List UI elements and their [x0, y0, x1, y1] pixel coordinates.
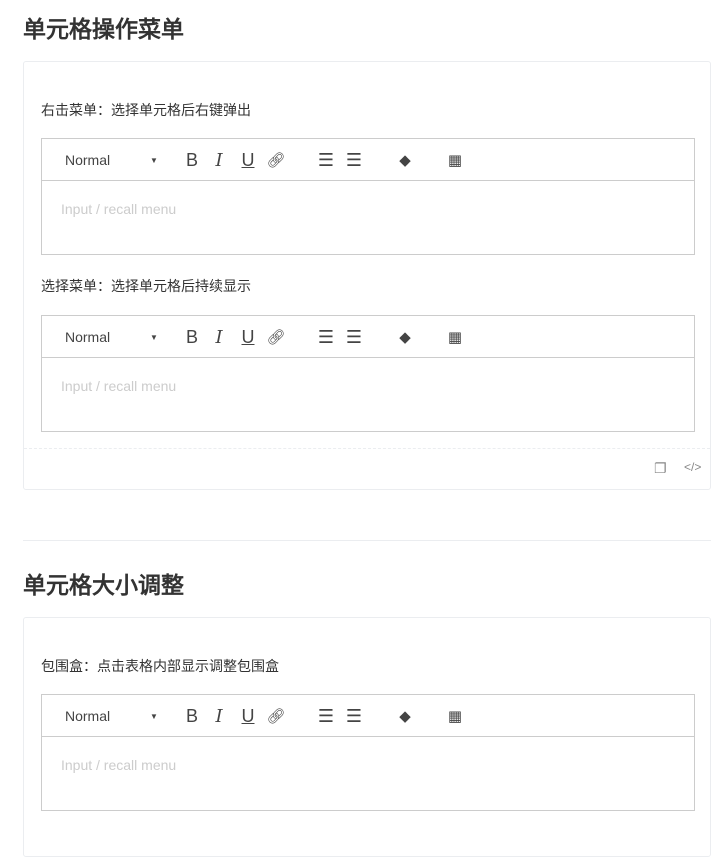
link-icon[interactable]: 🔗︎ — [265, 139, 287, 181]
editor-input[interactable]: Input / recall menu — [61, 757, 713, 773]
ordered-list-icon[interactable]: ☰ — [315, 139, 337, 181]
divider — [24, 448, 710, 449]
caret-down-icon[interactable]: ▼ — [150, 316, 158, 358]
copy-icon[interactable]: ❐ — [654, 460, 667, 477]
format-select[interactable]: Normal — [65, 695, 160, 737]
italic-icon[interactable]: I — [208, 316, 230, 358]
section-divider — [23, 540, 711, 541]
format-select[interactable]: Normal — [65, 316, 160, 358]
demo-card: 右击菜单：选择单元格后右键弹出 Normal ▼ B I U 🔗︎ ☰ ☰ ◆ … — [23, 61, 711, 490]
link-icon[interactable]: 🔗︎ — [265, 695, 287, 737]
code-icon[interactable]: </> — [684, 460, 701, 474]
ordered-list-icon[interactable]: ☰ — [315, 316, 337, 358]
caret-down-icon[interactable]: ▼ — [150, 695, 158, 737]
table-icon[interactable]: ▦ — [444, 139, 466, 181]
caret-down-icon[interactable]: ▼ — [150, 139, 158, 181]
editor-toolbar: Normal ▼ B I U 🔗︎ ☰ ☰ ◆ ▦ — [42, 316, 694, 358]
rich-text-editor: Normal ▼ B I U 🔗︎ ☰ ☰ ◆ ▦ Input / recall… — [41, 315, 695, 432]
bullet-list-icon[interactable]: ☰ — [343, 316, 365, 358]
rich-text-editor: Normal ▼ B I U 🔗︎ ☰ ☰ ◆ ▦ Input / recall… — [41, 138, 695, 255]
bold-icon[interactable]: B — [181, 139, 203, 181]
eraser-icon[interactable]: ◆ — [394, 139, 416, 181]
format-select[interactable]: Normal — [65, 139, 160, 181]
demo-label: 右击菜单：选择单元格后右键弹出 — [41, 102, 251, 118]
bullet-list-icon[interactable]: ☰ — [343, 139, 365, 181]
demo-label: 选择菜单：选择单元格后持续显示 — [41, 278, 251, 294]
bold-icon[interactable]: B — [181, 695, 203, 737]
editor-input[interactable]: Input / recall menu — [61, 201, 713, 217]
link-icon[interactable]: 🔗︎ — [265, 316, 287, 358]
editor-toolbar: Normal ▼ B I U 🔗︎ ☰ ☰ ◆ ▦ — [42, 139, 694, 181]
demo-card: 包围盒：点击表格内部显示调整包围盒 Normal ▼ B I U 🔗︎ ☰ ☰ … — [23, 617, 711, 857]
table-icon[interactable]: ▦ — [444, 695, 466, 737]
bold-icon[interactable]: B — [181, 316, 203, 358]
section-title: 单元格操作菜单 — [23, 16, 184, 42]
table-icon[interactable]: ▦ — [444, 316, 466, 358]
eraser-icon[interactable]: ◆ — [394, 316, 416, 358]
section-title: 单元格大小调整 — [23, 572, 184, 598]
ordered-list-icon[interactable]: ☰ — [315, 695, 337, 737]
italic-icon[interactable]: I — [208, 139, 230, 181]
italic-icon[interactable]: I — [208, 695, 230, 737]
bullet-list-icon[interactable]: ☰ — [343, 695, 365, 737]
editor-toolbar: Normal ▼ B I U 🔗︎ ☰ ☰ ◆ ▦ — [42, 695, 694, 737]
underline-icon[interactable]: U — [237, 695, 259, 737]
editor-input[interactable]: Input / recall menu — [61, 378, 713, 394]
underline-icon[interactable]: U — [237, 316, 259, 358]
demo-label: 包围盒：点击表格内部显示调整包围盒 — [41, 658, 279, 674]
underline-icon[interactable]: U — [237, 139, 259, 181]
rich-text-editor: Normal ▼ B I U 🔗︎ ☰ ☰ ◆ ▦ Input / recall… — [41, 694, 695, 811]
eraser-icon[interactable]: ◆ — [394, 695, 416, 737]
